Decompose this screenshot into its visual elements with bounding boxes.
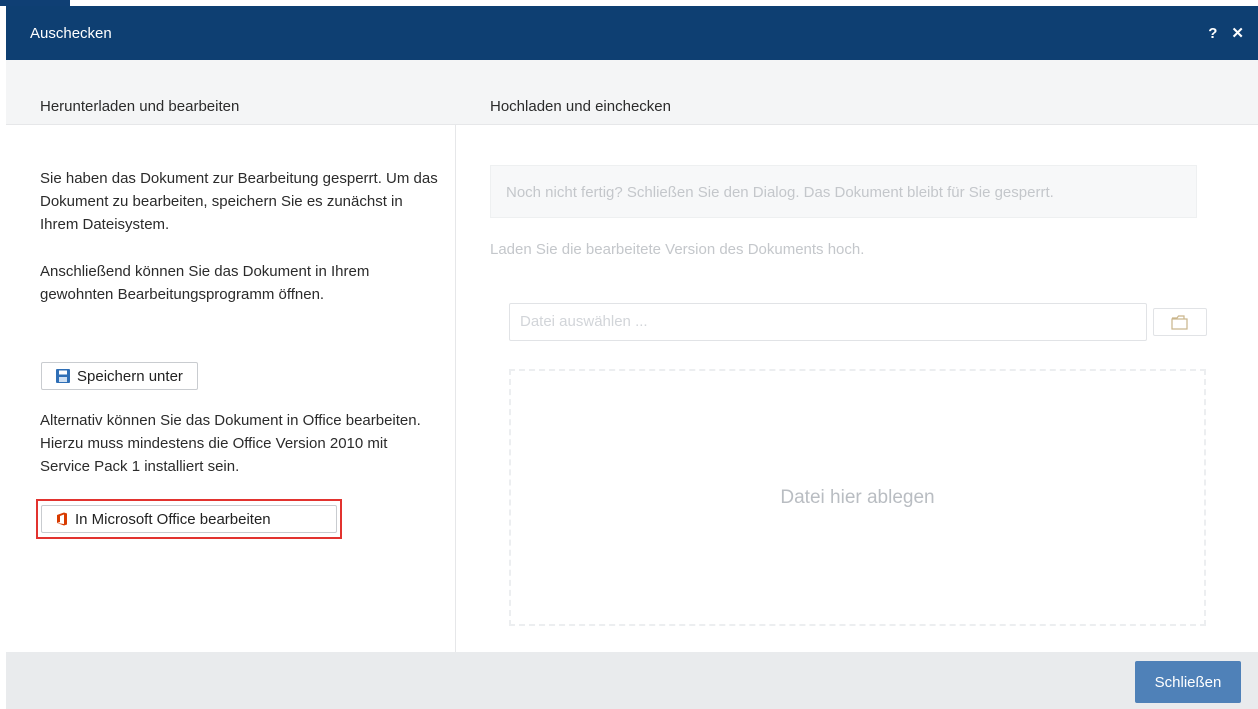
lock-info-text: Sie haben das Dokument zur Bearbeitung g… bbox=[40, 170, 438, 233]
dialog-title: Auschecken bbox=[30, 25, 112, 42]
close-icon[interactable]: ✕ bbox=[1231, 24, 1244, 42]
left-column-heading: Herunterladen und bearbeiten bbox=[40, 98, 240, 115]
save-as-label: Speichern unter bbox=[77, 367, 183, 385]
dialog-footer: Schließen bbox=[6, 652, 1258, 709]
close-button[interactable]: Schließen bbox=[1135, 661, 1241, 703]
edit-in-office-button[interactable]: In Microsoft Office bearbeiten bbox=[41, 505, 337, 533]
microsoft-office-icon bbox=[57, 512, 67, 526]
upload-instruction: Laden Sie die bearbeitete Version des Do… bbox=[490, 241, 865, 258]
titlebar-actions: ? ✕ bbox=[1208, 6, 1244, 60]
file-dropzone[interactable]: Datei hier ablegen bbox=[509, 369, 1206, 626]
edit-in-office-label: In Microsoft Office bearbeiten bbox=[75, 510, 271, 528]
browse-button[interactable] bbox=[1153, 308, 1207, 336]
open-info-text: Anschließend können Sie das Dokument in … bbox=[40, 263, 370, 303]
folder-open-icon bbox=[1171, 315, 1188, 330]
download-edit-panel: Sie haben das Dokument zur Bearbeitung g… bbox=[6, 125, 456, 652]
not-finished-notice: Noch nicht fertig? Schließen Sie den Dia… bbox=[490, 165, 1197, 218]
dropzone-label: Datei hier ablegen bbox=[780, 486, 935, 508]
office-info-text: Alternativ können Sie das Dokument in Of… bbox=[40, 412, 421, 475]
checkout-dialog: Auschecken ? ✕ Herunterladen und bearbei… bbox=[6, 6, 1258, 709]
column-headers: Herunterladen und bearbeiten Hochladen u… bbox=[6, 60, 1258, 125]
right-column-heading: Hochladen und einchecken bbox=[490, 98, 671, 115]
file-select-input[interactable]: Datei auswählen ... bbox=[509, 303, 1147, 341]
help-button[interactable]: ? bbox=[1208, 25, 1217, 42]
floppy-disk-icon bbox=[56, 369, 70, 383]
save-as-button[interactable]: Speichern unter bbox=[41, 362, 198, 390]
dialog-titlebar: Auschecken ? ✕ bbox=[6, 6, 1258, 60]
upload-checkin-panel: Noch nicht fertig? Schließen Sie den Dia… bbox=[456, 125, 1258, 652]
